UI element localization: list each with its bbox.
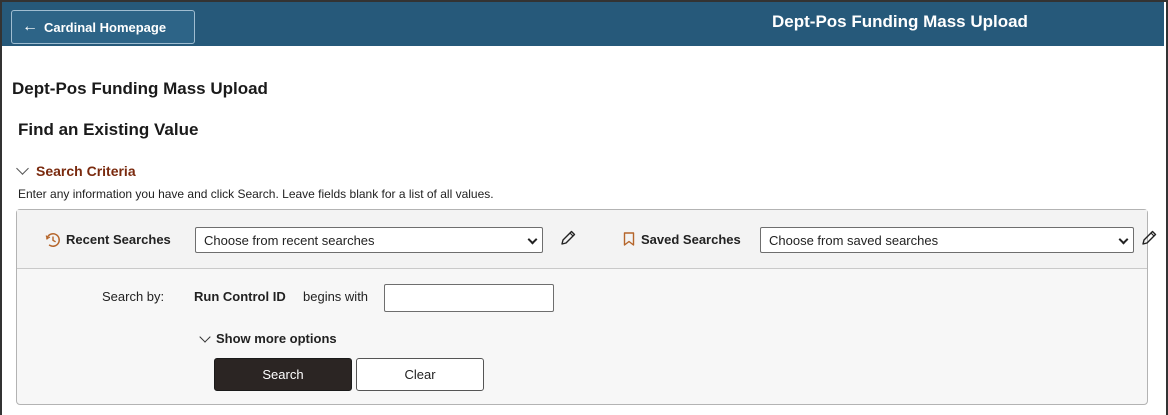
dropdown-caret-icon [527, 234, 538, 245]
home-button-label: Cardinal Homepage [44, 19, 167, 35]
recent-searches-label: Recent Searches [66, 232, 171, 247]
section-title: Find an Existing Value [18, 120, 199, 139]
recent-searches-select[interactable]: Choose from recent searches [195, 227, 543, 253]
chevron-down-icon [16, 162, 29, 175]
show-more-options-toggle[interactable]: Show more options [199, 330, 337, 346]
clear-button[interactable]: Clear [356, 358, 484, 391]
recent-searches-placeholder: Choose from recent searches [204, 232, 375, 248]
search-criteria-label: Search Criteria [36, 163, 136, 179]
saved-searches-select[interactable]: Choose from saved searches [760, 227, 1134, 253]
dropdown-caret-icon [1118, 234, 1129, 245]
saved-recent-bar: Recent Searches Choose from recent searc… [17, 210, 1157, 269]
bookmark-icon [623, 232, 635, 246]
banner-title: Dept-Pos Funding Mass Upload [772, 12, 1028, 31]
search-panel: Recent Searches Choose from recent searc… [16, 209, 1157, 405]
history-icon [45, 233, 60, 247]
edit-pencil-icon[interactable] [558, 228, 578, 248]
show-more-options-label: Show more options [216, 331, 337, 346]
chevron-down-icon [199, 330, 211, 343]
saved-searches-placeholder: Choose from saved searches [769, 232, 939, 248]
cardinal-homepage-button[interactable]: ← Cardinal Homepage [11, 10, 195, 44]
search-instructions: Enter any information you have and click… [18, 187, 494, 201]
search-criteria-toggle[interactable]: Search Criteria [16, 162, 136, 179]
run-control-id-input[interactable] [384, 284, 554, 312]
search-operator: begins with [303, 289, 369, 304]
saved-searches-label: Saved Searches [641, 232, 741, 247]
edit-pencil-icon[interactable] [1139, 228, 1159, 248]
search-button[interactable]: Search [214, 358, 352, 391]
top-banner: ← Cardinal Homepage Dept-Pos Funding Mas… [2, 2, 1164, 46]
back-arrow-icon: ← [22, 18, 38, 35]
page-title: Dept-Pos Funding Mass Upload [12, 79, 268, 98]
search-by-label: Search by: [102, 289, 165, 304]
search-field-name: Run Control ID [194, 289, 286, 304]
